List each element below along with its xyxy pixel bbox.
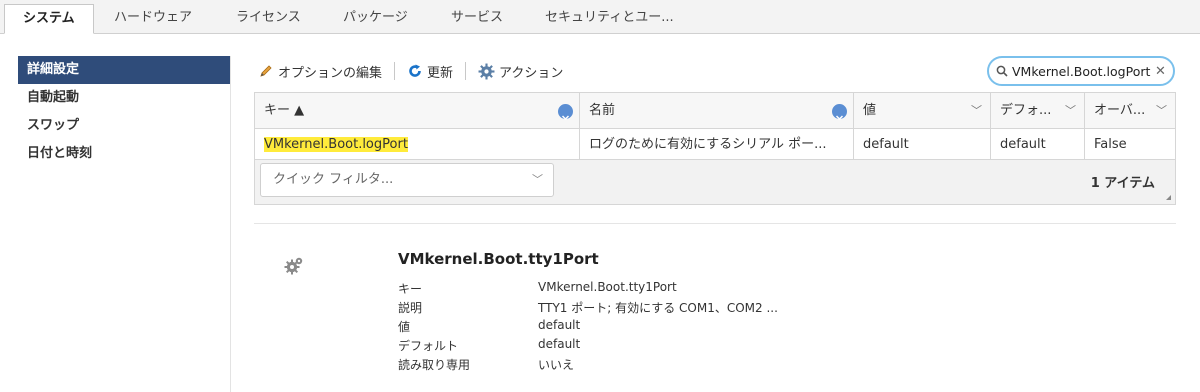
detail-description-value: TTY1 ポート; 有効にする COM1、COM2 ... bbox=[538, 301, 778, 315]
column-header-override[interactable]: オーバ... ﹀ bbox=[1085, 93, 1175, 129]
cell-default: default bbox=[991, 129, 1085, 160]
top-tab-bar: システム ハードウェア ライセンス パッケージ サービス セキュリティとユー..… bbox=[0, 0, 1200, 34]
column-value-label: 値 bbox=[863, 103, 877, 118]
tab-services[interactable]: サービス bbox=[451, 4, 503, 34]
search-input[interactable] bbox=[1012, 63, 1152, 79]
sidebar: 詳細設定 自動起動 スワップ 日付と時刻 bbox=[18, 56, 231, 392]
detail-default-value: default bbox=[538, 337, 581, 351]
detail-description-label: 説明 bbox=[398, 301, 423, 315]
column-header-value[interactable]: 値 ﹀ bbox=[854, 93, 991, 129]
chevron-down-icon[interactable]: ﹀ bbox=[1156, 93, 1167, 129]
grid-footer: クイック フィルタ... ﹀ 1 アイテム bbox=[255, 160, 1175, 204]
actions-button[interactable]: アクション bbox=[478, 62, 563, 81]
gear-icon bbox=[478, 63, 495, 79]
clear-search-icon[interactable]: ✕ bbox=[1155, 64, 1166, 79]
refresh-button[interactable]: 更新 bbox=[407, 62, 453, 81]
pencil-icon bbox=[260, 65, 272, 77]
edit-option-label: オプションの編集 bbox=[278, 65, 383, 81]
cell-key-text: VMkernel.Boot.logPort bbox=[264, 137, 408, 152]
cell-value: default bbox=[854, 129, 991, 160]
quick-filter-dropdown[interactable]: クイック フィルタ... ﹀ bbox=[260, 163, 554, 197]
column-default-label: デフォ... bbox=[1000, 103, 1052, 118]
detail-key-label: キー bbox=[398, 282, 423, 296]
detail-readonly-label: 読み取り専用 bbox=[398, 358, 471, 372]
toolbar-divider bbox=[394, 62, 396, 80]
sidebar-item-advanced-settings[interactable]: 詳細設定 bbox=[18, 56, 230, 84]
cell-name: ログのために有効にするシリアル ポー... bbox=[580, 129, 854, 160]
resize-handle-icon[interactable] bbox=[1166, 195, 1171, 200]
tab-hardware[interactable]: ハードウェア bbox=[114, 4, 192, 34]
sidebar-item-date-time[interactable]: 日付と時刻 bbox=[18, 140, 230, 168]
detail-default-label: デフォルト bbox=[398, 339, 459, 353]
toolbar-divider bbox=[465, 62, 467, 80]
column-header-default[interactable]: デフォ... ﹀ bbox=[991, 93, 1085, 129]
settings-grid: キー ▲ 名前 値 ﹀ デフォ... ﹀ オーバ... ﹀ VMkernel.B… bbox=[254, 92, 1176, 205]
settings-gear-icon bbox=[283, 255, 305, 281]
detail-readonly-value: いいえ bbox=[538, 358, 575, 372]
refresh-label: 更新 bbox=[427, 65, 454, 81]
tab-security-users[interactable]: セキュリティとユー... bbox=[545, 4, 674, 34]
tab-packages[interactable]: パッケージ bbox=[343, 4, 408, 34]
column-name-label: 名前 bbox=[589, 103, 616, 118]
search-icon bbox=[996, 65, 1008, 77]
search-box: ✕ bbox=[987, 56, 1175, 86]
chevron-down-icon[interactable]: ﹀ bbox=[1065, 93, 1076, 129]
section-divider bbox=[254, 223, 1176, 224]
column-override-label: オーバ... bbox=[1094, 103, 1146, 118]
detail-value-label: 値 bbox=[398, 320, 411, 334]
quick-filter-label: クイック フィルタ... bbox=[273, 172, 394, 187]
detail-key-value: VMkernel.Boot.tty1Port bbox=[538, 280, 677, 294]
item-count: 1 アイテム bbox=[1090, 176, 1155, 191]
refresh-icon bbox=[409, 64, 421, 77]
chevron-down-icon[interactable]: ﹀ bbox=[971, 93, 982, 129]
sidebar-item-swap[interactable]: スワップ bbox=[18, 112, 230, 140]
toolbar: オプションの編集 更新 アクション bbox=[258, 58, 563, 84]
column-header-key[interactable]: キー ▲ bbox=[255, 93, 580, 129]
column-key-label: キー ▲ bbox=[264, 103, 305, 118]
detail-value-value: default bbox=[538, 318, 581, 332]
sidebar-item-autostart[interactable]: 自動起動 bbox=[18, 84, 230, 112]
chevron-down-icon: ﹀ bbox=[532, 173, 543, 186]
column-header-name[interactable]: 名前 bbox=[580, 93, 854, 129]
tab-license[interactable]: ライセンス bbox=[236, 4, 301, 34]
column-menu-icon[interactable] bbox=[558, 104, 573, 121]
actions-label: アクション bbox=[499, 65, 564, 81]
cell-key: VMkernel.Boot.logPort bbox=[255, 129, 580, 160]
tab-system[interactable]: システム bbox=[4, 4, 94, 34]
edit-option-button[interactable]: オプションの編集 bbox=[258, 62, 382, 81]
detail-title: VMkernel.Boot.tty1Port bbox=[398, 250, 599, 268]
table-row[interactable]: VMkernel.Boot.logPort ログのために有効にするシリアル ポー… bbox=[255, 129, 1175, 160]
column-menu-icon[interactable] bbox=[832, 104, 847, 121]
grid-header: キー ▲ 名前 値 ﹀ デフォ... ﹀ オーバ... ﹀ bbox=[255, 93, 1175, 129]
cell-override: False bbox=[1094, 137, 1127, 152]
